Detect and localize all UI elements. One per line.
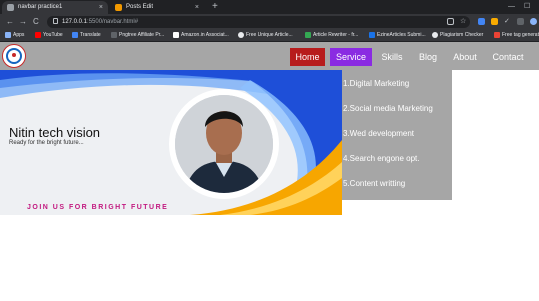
bookmark-label: YouTube: [43, 32, 63, 38]
checker-icon: [432, 31, 438, 38]
bookmark-label: Plagiarism Checker: [440, 32, 484, 38]
bookmark-amazon[interactable]: Amazon.in Associat...: [173, 30, 229, 41]
logo-center: [12, 53, 16, 57]
url-text[interactable]: 127.0.0.1:5500/navbar.html#: [62, 16, 138, 28]
ezine-icon: [369, 31, 375, 38]
nav-blog[interactable]: Blog: [415, 48, 441, 66]
new-tab-button[interactable]: +: [212, 0, 218, 14]
extension-icon[interactable]: [478, 18, 485, 25]
bookmark-translate[interactable]: Translate: [72, 30, 101, 41]
bookmark-article-rewriter[interactable]: Article Rewriter - fr...: [305, 30, 358, 41]
puzzle-icon[interactable]: [517, 18, 524, 25]
info-icon[interactable]: [53, 18, 58, 24]
dropdown-item-social-media-marketing[interactable]: 2.Social media Marketing: [343, 100, 451, 118]
bookmark-label: Apps: [13, 32, 25, 38]
url-path: :5500/navbar.html#: [87, 19, 139, 25]
minimize-button[interactable]: —: [508, 0, 515, 14]
bookmark-free-unique-article[interactable]: Free Unique Article...: [238, 30, 293, 41]
translate-icon: [72, 31, 78, 38]
amazon-icon: [173, 31, 179, 38]
avatar[interactable]: [530, 18, 537, 25]
bookmark-label: Translate: [80, 32, 101, 38]
banner-title: Nitin tech vision: [9, 125, 101, 140]
pen-icon: [305, 31, 311, 38]
globe-icon: [238, 31, 244, 38]
bookmark-label: Free tag generat: [502, 32, 539, 38]
tab-navbar-practice[interactable]: navbar practice1 ×: [2, 1, 108, 14]
dropdown-item-web-development[interactable]: 3.Wed development: [343, 125, 451, 143]
forward-button[interactable]: →: [19, 14, 27, 30]
bookmark-label: Article Rewriter - fr...: [313, 32, 359, 38]
page-icon: [111, 31, 117, 38]
tab-title: Posts Edit: [126, 4, 154, 10]
tab-title: navbar practice1: [18, 4, 63, 10]
page-favicon-icon: [7, 4, 14, 11]
share-icon[interactable]: [447, 18, 454, 25]
nav-about[interactable]: About: [449, 48, 481, 66]
close-icon[interactable]: ×: [99, 1, 103, 14]
profile-photo: [169, 89, 279, 199]
reload-button[interactable]: C: [33, 14, 39, 30]
bookmark-pngtree[interactable]: Pngtree Affiliate Pr...: [111, 30, 164, 41]
person-portrait-icon: [175, 95, 273, 193]
youtube-icon: [35, 31, 41, 38]
bookmark-ezinearticles[interactable]: EzineArticles Submi...: [369, 30, 426, 41]
dropdown-item-content-writing[interactable]: 5.Content writting: [343, 175, 451, 193]
star-icon[interactable]: ☆: [460, 18, 467, 25]
dropdown-item-digital-marketing[interactable]: 1.Digital Marketing: [343, 75, 451, 93]
blogger-favicon-icon: [115, 4, 122, 11]
banner-tagline: JOIN US FOR BRIGHT FUTURE: [27, 204, 169, 211]
bookmark-label: EzineArticles Submi...: [377, 32, 426, 38]
bookmark-label: Free Unique Article...: [246, 32, 293, 38]
close-icon[interactable]: ×: [195, 1, 199, 14]
banner-subtitle: Ready for the bright future...: [9, 140, 84, 146]
nav-contact[interactable]: Contact: [489, 48, 527, 66]
maximize-button[interactable]: ☐: [524, 0, 530, 14]
bookmark-plagiarism-checker[interactable]: Plagiarism Checker: [432, 30, 483, 41]
bookmark-label: Pngtree Affiliate Pr...: [119, 32, 165, 38]
nav-skills[interactable]: Skills: [378, 48, 406, 66]
check-icon[interactable]: ✓: [504, 18, 511, 25]
url-host: 127.0.0.1: [62, 19, 88, 25]
bookmark-free-tag-generator[interactable]: Free tag generat: [494, 30, 539, 41]
back-button[interactable]: ←: [6, 14, 14, 30]
dropdown-item-search-engine-opt[interactable]: 4.Search engone opt.: [343, 150, 451, 168]
extension-icon[interactable]: [491, 18, 498, 25]
tab-posts-edit[interactable]: Posts Edit ×: [110, 1, 204, 14]
tag-icon: [494, 31, 500, 38]
nav-service[interactable]: Service: [330, 48, 372, 66]
bookmark-label: Amazon.in Associat...: [181, 32, 229, 38]
bookmark-youtube[interactable]: YouTube: [35, 30, 63, 41]
nav-home[interactable]: Home: [290, 48, 325, 66]
bookmark-apps[interactable]: Apps: [5, 30, 24, 41]
site-logo[interactable]: [2, 44, 26, 68]
profile-photo-frame: [175, 95, 273, 193]
apps-grid-icon: [5, 31, 11, 38]
